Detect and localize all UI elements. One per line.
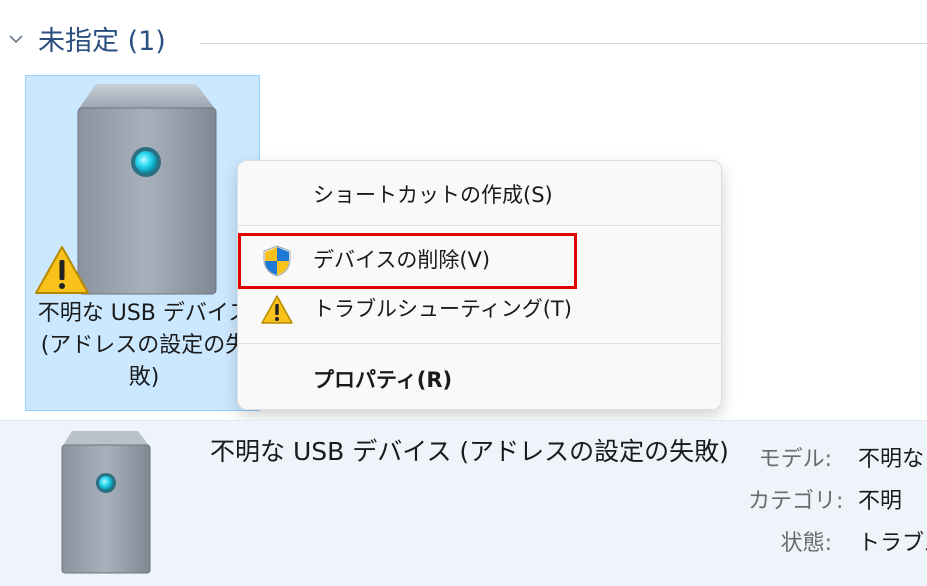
prop-key-status: 状態:	[780, 531, 832, 556]
highlight-annotation-box	[238, 233, 577, 289]
details-pane: 不明な USB デバイス (アドレスの設定の失敗) モデル: 不明な カテゴリ:…	[0, 420, 927, 586]
warning-icon	[35, 246, 89, 294]
warning-icon	[261, 295, 293, 324]
menu-item-create-shortcut[interactable]: ショートカットの作成(S)	[238, 171, 721, 219]
usb-device-icon	[61, 431, 151, 574]
prop-value-status: トラブル	[858, 531, 927, 556]
group-header[interactable]: 未指定 (1)	[0, 18, 927, 68]
prop-key-category: カテゴリ:	[748, 489, 844, 514]
group-title: 未指定 (1)	[38, 26, 166, 57]
menu-item-label: プロパティ(R)	[313, 368, 453, 392]
menu-item-label: ショートカットの作成(S)	[313, 183, 553, 207]
context-menu: ショートカットの作成(S) デバイスの削除(V) トラブルシューティング(T) …	[237, 160, 722, 410]
prop-value-model: 不明な	[858, 447, 925, 472]
details-device-name: 不明な USB デバイス (アドレスの設定の失敗)	[210, 437, 729, 466]
device-tile-unknown-usb[interactable]: 不明な USB デバイス (アドレスの設定の失敗)	[25, 75, 260, 411]
group-divider	[200, 43, 927, 44]
prop-value-category: 不明	[858, 489, 903, 514]
device-tile-label: 不明な USB デバイス (アドレスの設定の失敗)	[37, 301, 251, 390]
menu-separator	[238, 343, 721, 344]
menu-separator	[238, 225, 721, 226]
menu-item-properties[interactable]: プロパティ(R)	[238, 356, 721, 404]
chevron-down-icon[interactable]	[8, 31, 24, 47]
prop-key-model: モデル:	[758, 447, 832, 472]
menu-item-label: トラブルシューティング(T)	[313, 297, 572, 321]
menu-item-troubleshoot[interactable]: トラブルシューティング(T)	[238, 285, 721, 333]
